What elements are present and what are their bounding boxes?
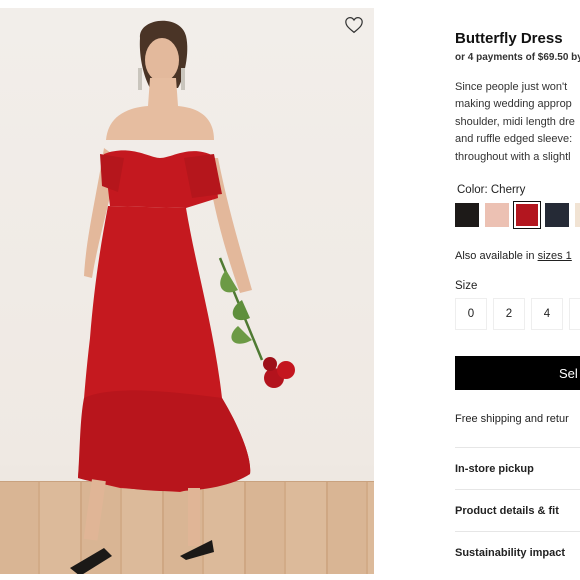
description-line: shoulder, midi length dre <box>455 115 575 128</box>
model-figure <box>70 20 295 574</box>
swatch-navy[interactable] <box>545 203 569 227</box>
installment-text: or 4 payments of $69.50 by <box>455 52 580 63</box>
accordion-sustainability[interactable]: Sustainability impact <box>455 531 580 573</box>
size-options: 0 2 4 <box>455 298 580 330</box>
description-line: making wedding approp <box>455 98 572 111</box>
description-line: throughout with a slightl <box>455 150 571 163</box>
color-swatches <box>455 201 580 229</box>
size-label: Size <box>455 280 478 292</box>
product-title: Butterfly Dress <box>455 30 563 47</box>
accordion-in-store-pickup[interactable]: In-store pickup <box>455 447 580 489</box>
availability-prefix: Also available in <box>455 250 538 262</box>
size-option-0[interactable]: 0 <box>455 298 487 330</box>
product-image <box>0 8 374 574</box>
description-line: and ruffle edged sleeve: <box>455 133 573 146</box>
shipping-text: Free shipping and retur <box>455 413 569 425</box>
description-line: Since people just won't <box>455 81 568 93</box>
swatch-blush[interactable] <box>485 203 509 227</box>
product-info-panel: Butterfly Dress or 4 payments of $69.50 … <box>455 0 580 580</box>
swatch-black[interactable] <box>455 203 479 227</box>
color-label: Color: Cherry <box>457 184 526 196</box>
swatch-cream[interactable] <box>575 203 580 227</box>
sizes-link[interactable]: sizes 1 <box>538 250 572 262</box>
accordion-product-details[interactable]: Product details & fit <box>455 489 580 531</box>
wishlist-heart-icon[interactable] <box>344 16 364 34</box>
availability-text: Also available in sizes 1 <box>455 250 572 262</box>
size-option-partial[interactable] <box>569 298 580 330</box>
swatch-cherry[interactable] <box>513 201 541 229</box>
size-option-4[interactable]: 4 <box>531 298 563 330</box>
product-description: Since people just won't making wedding a… <box>455 79 575 166</box>
size-option-2[interactable]: 2 <box>493 298 525 330</box>
select-size-button[interactable]: Sel <box>455 356 580 390</box>
